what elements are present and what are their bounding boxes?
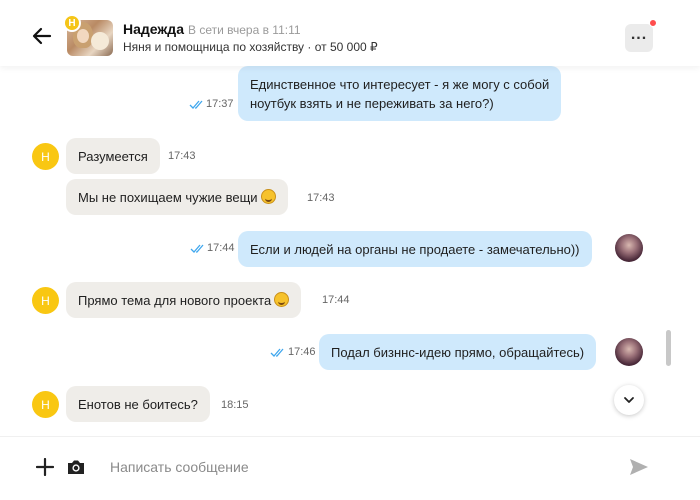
more-horizontal-icon: ... bbox=[630, 26, 648, 43]
message-bubble-outgoing[interactable]: Подал бизннс-идею прямо, обращайтесь) bbox=[319, 334, 597, 370]
message-input[interactable] bbox=[100, 452, 600, 482]
message-time: 17:43 bbox=[307, 192, 335, 204]
notification-dot bbox=[649, 19, 657, 27]
message-text: Енотов не боитесь? bbox=[78, 397, 198, 412]
message-time: 17:37 bbox=[206, 98, 234, 110]
message-time: 17:44 bbox=[322, 294, 350, 306]
message-bubble-incoming[interactable]: Разумеется bbox=[66, 138, 160, 174]
send-icon[interactable] bbox=[629, 458, 649, 476]
message-time: 17:44 bbox=[207, 242, 235, 254]
contact-name[interactable]: Надежда bbox=[123, 21, 184, 37]
contact-online-status: В сети вчера в 11:11 bbox=[188, 23, 301, 37]
plus-icon[interactable] bbox=[36, 458, 54, 476]
my-avatar[interactable] bbox=[615, 338, 643, 366]
rolling-on-floor-laughing-emoji bbox=[274, 292, 290, 307]
message-text: Подал бизннс-идею прямо, обращайтесь) bbox=[331, 345, 585, 360]
chat-header: Н Надежда В сети вчера в 11:11 Няня и по… bbox=[0, 0, 700, 66]
sender-avatar[interactable]: Н bbox=[32, 143, 59, 170]
contact-subtitle[interactable]: Няня и помощница по хозяйству · от 50 00… bbox=[123, 40, 378, 54]
message-time: 18:15 bbox=[221, 399, 249, 411]
chevron-down-icon bbox=[624, 397, 634, 403]
message-text: Прямо тема для нового проекта bbox=[78, 293, 272, 308]
double-check-icon bbox=[270, 348, 284, 357]
scrollbar-thumb[interactable] bbox=[666, 330, 671, 366]
sender-avatar[interactable]: Н bbox=[32, 391, 59, 418]
message-bubble-incoming[interactable]: Енотов не боитесь? bbox=[66, 386, 210, 422]
contact-avatar-badge: Н bbox=[63, 14, 81, 32]
message-text: Разумеется bbox=[78, 149, 148, 164]
message-text-line: Единственное что интересует - я же могу … bbox=[250, 77, 550, 92]
message-bubble-incoming[interactable]: Прямо тема для нового проекта bbox=[66, 282, 302, 318]
double-check-icon bbox=[190, 244, 204, 253]
message-bubble-outgoing[interactable]: Если и людей на органы не продаете - зам… bbox=[238, 231, 592, 267]
message-text: Мы не похищаем чужие вещи bbox=[78, 190, 258, 205]
message-list[interactable]: 17:37 Единственное что интересует - я же… bbox=[0, 66, 700, 436]
arrow-left-icon[interactable] bbox=[30, 24, 54, 48]
message-bubble-incoming[interactable]: Мы не похищаем чужие вещи bbox=[66, 179, 288, 215]
message-time: 17:46 bbox=[288, 346, 316, 358]
camera-icon[interactable] bbox=[66, 457, 86, 477]
message-text: Если и людей на органы не продаете - зам… bbox=[250, 242, 580, 257]
message-text-line: ноутбук взять и не переживать за него?) bbox=[250, 96, 494, 111]
rolling-on-floor-laughing-emoji bbox=[260, 189, 276, 204]
double-check-icon bbox=[189, 100, 203, 109]
message-composer bbox=[0, 436, 700, 500]
more-options-button[interactable]: ... bbox=[625, 24, 653, 52]
message-time: 17:43 bbox=[168, 150, 196, 162]
message-bubble-outgoing[interactable]: Единственное что интересует - я же могу … bbox=[238, 66, 562, 121]
scroll-to-bottom-button[interactable] bbox=[614, 385, 644, 415]
sender-avatar[interactable]: Н bbox=[32, 287, 59, 314]
my-avatar[interactable] bbox=[615, 234, 643, 262]
